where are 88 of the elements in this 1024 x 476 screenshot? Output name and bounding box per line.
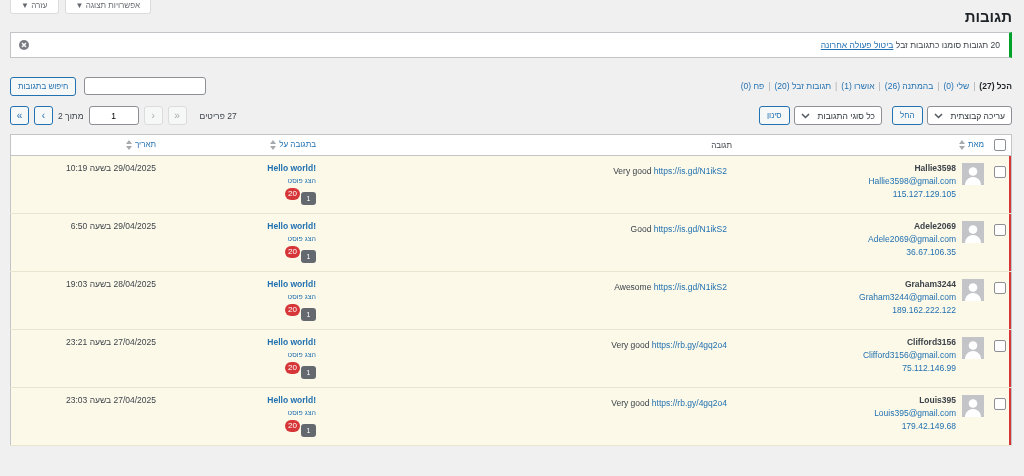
filter-link[interactable]: אושרו (1)	[841, 81, 875, 91]
author-name: Hallie3598	[914, 163, 956, 173]
search-field[interactable]	[84, 77, 207, 95]
comment-date: 29/04/2025 בשעה 10:19	[66, 163, 156, 173]
separator-text: |	[878, 81, 881, 91]
item-count: 27 פריטים	[199, 110, 237, 121]
filter-link[interactable]: הכל (27)	[979, 81, 1012, 91]
column-header[interactable]: תאריך	[135, 140, 156, 150]
author-name: Clifford3156	[906, 337, 956, 347]
pending-count-badge[interactable]: 20	[285, 246, 300, 258]
avatar-icon	[962, 163, 984, 185]
chevron-icon	[800, 112, 810, 119]
column-header[interactable]: בתגובה על	[279, 140, 316, 150]
author-ip[interactable]: 36.67.106.35	[906, 247, 956, 257]
comment-text: Good https://is.gd/N1ikS2	[629, 224, 727, 234]
page-field[interactable]: 1	[88, 106, 139, 125]
separator-text: |	[973, 81, 976, 91]
separator-text: |	[835, 81, 838, 91]
comment-text: Very good https://rb.gy/4gq2o4	[610, 398, 727, 408]
dropdown[interactable]: כל סוגי התגובות	[793, 106, 882, 125]
author-ip[interactable]: 179.42.149.68	[901, 421, 956, 431]
comment-date: 28/04/2025 בשעה 19:03	[66, 279, 156, 289]
row-checkbox[interactable]	[994, 166, 1006, 178]
author-ip[interactable]: 189.162.222.122	[892, 305, 956, 315]
comment-link[interactable]: https://is.gd/N1ikS2	[653, 166, 727, 176]
screen-options-button[interactable]: עזרה ▼	[10, 0, 59, 14]
row-checkbox[interactable]	[994, 398, 1006, 410]
author-email[interactable]: Graham3244@gmail.com	[859, 292, 956, 302]
author-email[interactable]: Adele2069@gmail.com	[868, 234, 956, 244]
comment-text: Very good https://is.gd/N1ikS2	[612, 166, 727, 176]
comment-text: Very good https://rb.gy/4gq2o4	[610, 340, 727, 350]
filter-link[interactable]: תגובות זבל (20)	[774, 81, 832, 91]
apply-button[interactable]: החל	[891, 106, 923, 125]
filter-link[interactable]: פח (0)	[740, 81, 765, 91]
separator-text: |	[937, 81, 940, 91]
column-header: תגובה	[711, 140, 732, 150]
search-button[interactable]: חיפוש בתגובות	[10, 76, 77, 96]
pending-count-badge[interactable]: 20	[285, 420, 300, 432]
sort-icon	[270, 140, 277, 150]
author-name: Louis395	[919, 395, 956, 405]
column-header[interactable]: מאת	[967, 140, 984, 150]
next-page-button[interactable]: ›	[34, 106, 53, 125]
comment-text: Awesome https://is.gd/N1ikS2	[613, 282, 727, 292]
dismiss-icon[interactable]	[19, 40, 29, 50]
comment-link[interactable]: https://rb.gy/4gq2o4	[651, 398, 727, 408]
author-ip[interactable]: 115.127.129.105	[892, 189, 956, 199]
post-title-link[interactable]: Hello world!	[166, 395, 316, 405]
pending-count-badge[interactable]: 20	[285, 362, 300, 374]
author-email[interactable]: Clifford3156@gmail.com	[862, 350, 956, 360]
comment-link[interactable]: https://is.gd/N1ikS2	[653, 224, 727, 234]
post-title-link[interactable]: Hello world!	[166, 337, 316, 347]
avatar-icon	[962, 337, 984, 359]
row-checkbox[interactable]	[994, 340, 1006, 352]
notice-message: 20 תגובות סומנו כתגובות זבל ביטול פעולה אחרונה	[820, 40, 1000, 50]
pending-count-badge[interactable]: 20	[285, 304, 300, 316]
comment-link[interactable]: https://rb.gy/4gq2o4	[651, 340, 727, 350]
post-title-link[interactable]: Hello world!	[166, 279, 316, 289]
author-name: Graham3244	[904, 279, 956, 289]
comment-link[interactable]: https://is.gd/N1ikS2	[653, 282, 727, 292]
author-email[interactable]: Louis395@gmail.com	[874, 408, 956, 418]
filter-button[interactable]: סינון	[759, 106, 790, 125]
filter-link[interactable]: שלי (0)	[943, 81, 970, 91]
author-email[interactable]: Hallie3598@gmail.com	[868, 176, 956, 186]
last-page-button[interactable]: »	[10, 106, 29, 125]
sort-icon	[958, 140, 965, 150]
comment-date: 27/04/2025 בשעה 23:03	[66, 395, 156, 405]
row-checkbox[interactable]	[994, 224, 1006, 236]
sort-icon	[126, 140, 132, 150]
row-checkbox[interactable]	[994, 282, 1006, 294]
page-total: מתוך 2	[58, 110, 84, 121]
undo-link[interactable]: ביטול פעולה אחרונה	[820, 40, 894, 50]
post-title-link[interactable]: Hello world!	[166, 163, 316, 173]
screen-options-button[interactable]: אפשרויות תצוגה ▼	[64, 0, 152, 14]
select-all-checkbox[interactable]	[994, 139, 1006, 151]
dropdown[interactable]: עריכה קבוצתית	[926, 106, 1012, 125]
comment-date: 29/04/2025 בשעה 6:50	[70, 221, 156, 231]
author-name: Adele2069	[913, 221, 956, 231]
avatar-icon	[962, 395, 984, 417]
pending-count-badge[interactable]: 20	[285, 188, 300, 200]
separator-text: |	[768, 81, 771, 91]
chevron-icon	[933, 112, 943, 119]
comment-date: 27/04/2025 בשעה 23:21	[66, 337, 156, 347]
page-title: תגובות	[964, 8, 1012, 25]
post-title-link[interactable]: Hello world!	[166, 221, 316, 231]
avatar-icon	[962, 279, 984, 301]
author-ip[interactable]: 75.112.146.99	[902, 363, 956, 373]
filter-link[interactable]: בהמתנה (26)	[884, 81, 934, 91]
avatar-icon	[962, 221, 984, 243]
